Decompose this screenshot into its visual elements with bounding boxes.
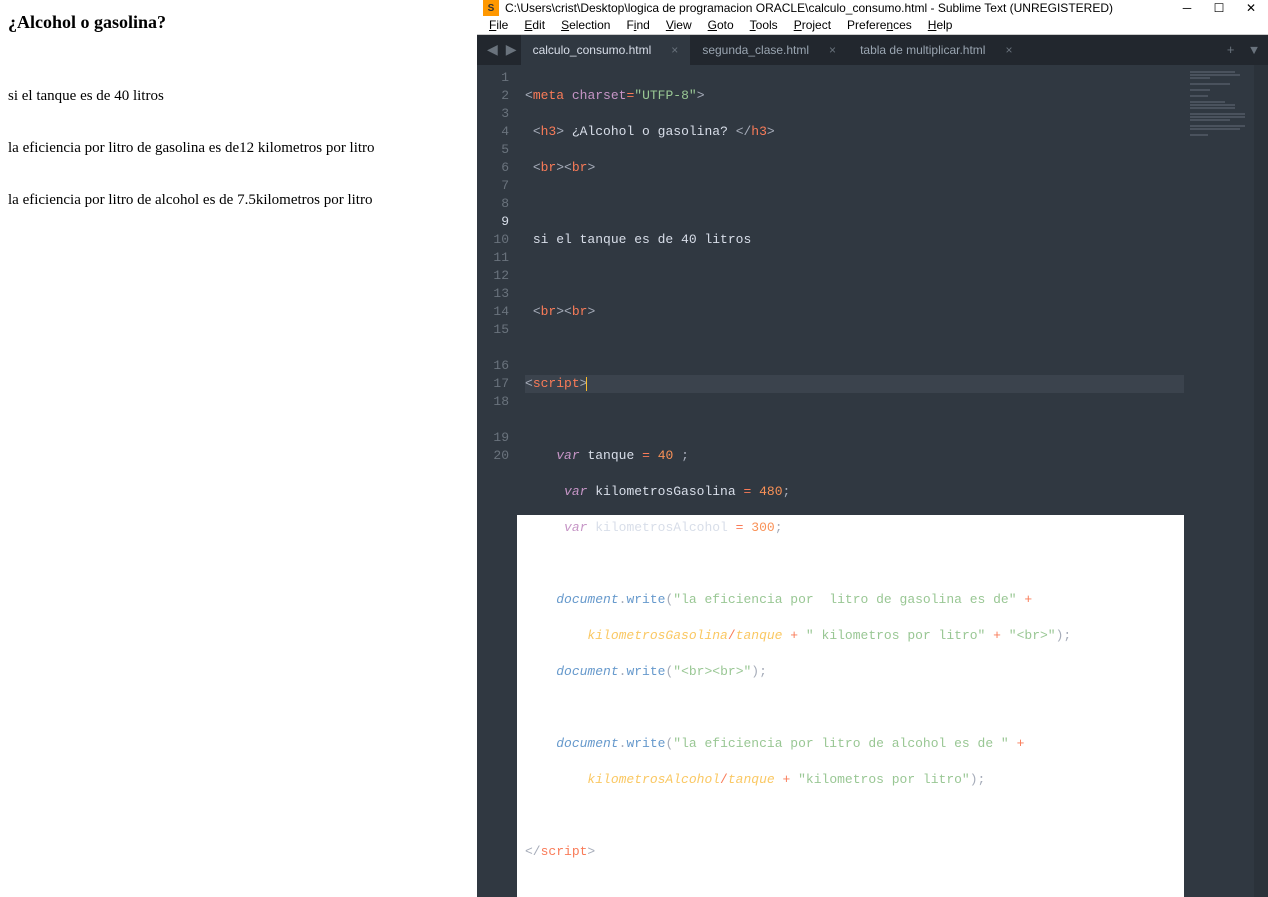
menu-view[interactable]: View: [660, 16, 698, 34]
code-area[interactable]: <meta charset="UTFP-8"> <h3> ¿Alcohol o …: [517, 65, 1184, 897]
title-bar[interactable]: S C:\Users\crist\Desktop\logica de progr…: [477, 0, 1268, 16]
menu-preferences[interactable]: Preferences: [841, 16, 918, 34]
tab-label: segunda_clase.html: [702, 43, 809, 57]
sublime-window: S C:\Users\crist\Desktop\logica de progr…: [477, 0, 1268, 515]
preview-line-3: la eficiencia por litro de alcohol es de…: [8, 192, 469, 209]
menu-selection[interactable]: Selection: [555, 16, 616, 34]
preview-line-1: si el tanque es de 40 litros: [8, 88, 469, 105]
menu-find[interactable]: Find: [620, 16, 655, 34]
nav-forward-icon[interactable]: ▶: [502, 42, 521, 59]
tab-label: calculo_consumo.html: [533, 43, 652, 57]
menu-project[interactable]: Project: [788, 16, 837, 34]
menu-tools[interactable]: Tools: [744, 16, 784, 34]
tab-bar: ◀ ▶ calculo_consumo.html × segunda_clase…: [477, 35, 1268, 65]
app-logo-icon: S: [483, 0, 499, 16]
vertical-scrollbar[interactable]: [1254, 65, 1268, 897]
menu-goto[interactable]: Goto: [702, 16, 740, 34]
maximize-button[interactable]: ☐: [1212, 1, 1226, 15]
tab-close-icon[interactable]: ×: [829, 43, 836, 57]
window-title: C:\Users\crist\Desktop\logica de program…: [505, 1, 1180, 15]
minimize-button[interactable]: ─: [1180, 1, 1194, 15]
menu-help[interactable]: Help: [922, 16, 959, 34]
browser-preview: ¿Alcohol o gasolina? si el tanque es de …: [0, 0, 477, 515]
menu-file[interactable]: File: [483, 16, 514, 34]
tab-segunda-clase[interactable]: segunda_clase.html ×: [690, 35, 848, 65]
minimap[interactable]: [1184, 65, 1254, 897]
close-button[interactable]: ✕: [1244, 1, 1258, 15]
tab-close-icon[interactable]: ×: [671, 43, 678, 57]
tab-tabla-multiplicar[interactable]: tabla de multiplicar.html ×: [848, 35, 1024, 65]
tab-close-icon[interactable]: ×: [1005, 43, 1012, 57]
tab-label: tabla de multiplicar.html: [860, 43, 985, 57]
tab-calculo-consumo[interactable]: calculo_consumo.html ×: [521, 35, 691, 65]
line-gutter: 1 2 3 4 5 6 7 8 9 10 11 12 13 14 15 16 1…: [477, 65, 517, 897]
page-heading: ¿Alcohol o gasolina?: [8, 12, 469, 33]
text-cursor: [586, 377, 587, 391]
tab-overflow-icon[interactable]: + ▼: [1227, 43, 1268, 58]
editor[interactable]: 1 2 3 4 5 6 7 8 9 10 11 12 13 14 15 16 1…: [477, 65, 1268, 897]
menu-edit[interactable]: Edit: [518, 16, 551, 34]
nav-back-icon[interactable]: ◀: [483, 42, 502, 59]
preview-line-2: la eficiencia por litro de gasolina es d…: [8, 140, 469, 157]
menu-bar: File Edit Selection Find View Goto Tools…: [477, 16, 1268, 35]
